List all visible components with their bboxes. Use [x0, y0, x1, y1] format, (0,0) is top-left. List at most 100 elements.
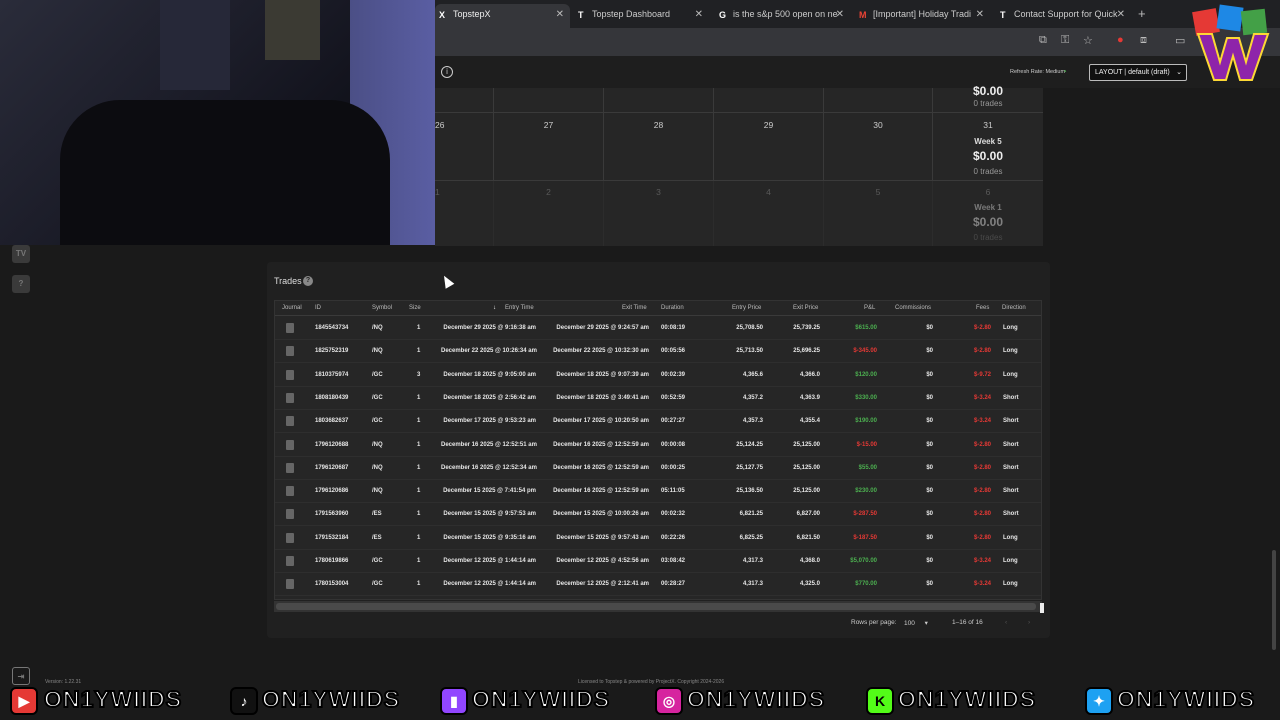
week-summary-cell[interactable]: 31 Week 5 $0.00 0 trades [933, 113, 1043, 181]
journal-icon[interactable] [286, 509, 294, 520]
journal-icon[interactable] [286, 579, 294, 590]
column-header-direction[interactable]: Direction [1002, 305, 1026, 311]
calendar-day[interactable]: 3 [604, 181, 714, 246]
column-header-journal[interactable]: Journal [282, 305, 302, 311]
table-row[interactable]: 1808180439/GC 1 December 18 2025 @ 2:56:42… [275, 387, 1041, 410]
rows-per-page-select[interactable]: 100 ▾ [904, 619, 928, 627]
tab-contact-support[interactable]: T Contact Support for Quick ✕ [996, 4, 1131, 28]
cell-entry-price: 25,136.50 [736, 488, 763, 495]
column-header-pnl[interactable]: P&L [864, 305, 875, 311]
column-header-size[interactable]: Size [409, 305, 421, 311]
column-header-commissions[interactable]: Commissions [895, 305, 931, 311]
cell-pnl: $5,070.00 [850, 558, 877, 564]
column-header-duration[interactable]: Duration [661, 305, 684, 311]
calendar-day[interactable]: 5 [824, 181, 933, 246]
extensions-icon[interactable]: ⧈ [1140, 34, 1147, 47]
week-summary-cell[interactable]: 6 Week 1 $0.00 0 trades [933, 181, 1043, 246]
table-row[interactable]: 1791563960/ES 1 December 15 2025 @ 9:57:53… [275, 503, 1041, 527]
journal-icon[interactable] [286, 462, 294, 473]
cell-pnl: $770.00 [855, 581, 877, 588]
bookmark-star-icon[interactable]: ☆ [1083, 34, 1093, 47]
calendar-day[interactable]: 1 [435, 181, 494, 246]
record-icon[interactable]: ● [1117, 34, 1124, 46]
tab-topstep-dashboard[interactable]: T Topstep Dashboard ✕ [574, 4, 709, 28]
journal-icon[interactable] [286, 439, 294, 450]
table-row[interactable]: 1791532184/ES 1 December 15 2025 @ 9:35:16… [275, 527, 1041, 550]
layout-select[interactable]: LAYOUT | default (draft) ⌄ [1089, 64, 1187, 81]
week-label: Week 5 [974, 137, 1002, 146]
column-header-exit-time[interactable]: Exit Time [622, 305, 647, 311]
cell-exit-time: December 18 2025 @ 3:49:41 am [556, 394, 649, 401]
cell-duration: 03:08:42 [661, 558, 686, 564]
close-icon[interactable]: ✕ [556, 9, 564, 20]
cell-exit-time: December 18 2025 @ 9:07:39 am [556, 371, 649, 378]
calendar-day[interactable]: 30 [824, 113, 933, 181]
table-row[interactable]: 1810375974/GC 3 December 18 2025 @ 9:05:00… [275, 364, 1041, 387]
table-row[interactable]: 1845543734/NQ 1 December 29 2025 @ 9:16:38… [275, 317, 1041, 340]
tab-google-search[interactable]: G is the s&p 500 open on ne ✕ [715, 4, 850, 28]
week-summary-cell[interactable]: $0.00 0 trades [933, 84, 1043, 113]
day-number: 3 [656, 187, 661, 197]
next-page-icon[interactable]: › [1028, 619, 1030, 626]
calendar-day[interactable]: 26 [435, 113, 494, 181]
column-header-fees[interactable]: Fees [976, 305, 989, 311]
column-header-entry-time[interactable]: Entry Time [505, 305, 534, 311]
cell-symbol: /GC [372, 394, 383, 401]
cell-commissions: $0 [926, 464, 933, 471]
new-tab-button[interactable]: + [1138, 6, 1146, 21]
prev-page-icon[interactable]: ‹ [1005, 619, 1007, 626]
calendar-day[interactable]: 2 [494, 181, 604, 246]
horizontal-scrollbar[interactable] [274, 601, 1042, 612]
cell-direction: Short [1003, 464, 1019, 471]
journal-icon[interactable] [286, 346, 294, 357]
calendar-day[interactable]: 4 [714, 181, 824, 246]
close-icon[interactable]: ✕ [1117, 9, 1125, 20]
column-header-id[interactable]: ID [315, 305, 321, 311]
table-row[interactable]: 1780153004/GC 1 December 12 2025 @ 1:44:14… [275, 573, 1041, 597]
table-row[interactable]: 1825752319/NQ 1 December 22 2025 @ 10:26:3… [275, 340, 1041, 364]
tab-gmail[interactable]: M [Important] Holiday Tradi ✕ [855, 4, 990, 28]
side-panel-icon[interactable]: ▭ [1175, 34, 1185, 47]
cell-fees: $-2.80 [973, 488, 991, 495]
column-header-entry-price[interactable]: Entry Price [732, 305, 761, 311]
journal-icon[interactable] [286, 556, 294, 566]
cell-exit-price: 4,368.0 [799, 558, 820, 564]
journal-icon[interactable] [286, 323, 294, 333]
cell-fees: $-2.80 [973, 441, 991, 448]
table-row[interactable]: 1803682637/GC 1 December 17 2025 @ 9:53:23… [275, 410, 1041, 434]
journal-icon[interactable] [286, 486, 294, 497]
cell-pnl: $-287.50 [853, 511, 877, 518]
logout-icon[interactable]: ⇥ [12, 667, 30, 685]
journal-icon[interactable] [286, 416, 294, 427]
calendar-day[interactable]: 28 [604, 113, 714, 181]
table-row[interactable]: 1796120688/NQ 1 December 16 2025 @ 12:52:5… [275, 434, 1041, 457]
kick-icon: K [866, 687, 894, 715]
table-row[interactable]: 1796120686/NQ 1 December 15 2025 @ 7:41:54… [275, 480, 1041, 504]
close-icon[interactable]: ✕ [695, 9, 703, 20]
vertical-scroll-thumb[interactable] [1040, 603, 1044, 613]
journal-icon[interactable] [286, 532, 294, 543]
calendar-day[interactable]: 27 [494, 113, 604, 181]
help-icon[interactable]: ? [12, 275, 30, 293]
cell-direction: Short [1003, 511, 1019, 518]
help-icon[interactable]: ? [303, 276, 313, 286]
page-scrollbar[interactable] [1272, 550, 1276, 650]
column-header-symbol[interactable]: Symbol [372, 305, 392, 311]
journal-icon[interactable] [286, 392, 294, 403]
table-row[interactable]: 1796120687/NQ 1 December 16 2025 @ 12:52:3… [275, 457, 1041, 480]
social-handles-bar: ▶ ON1YWIIDS ♪ ON1YWIIDS ▮ ON1YWIIDS ◎ ON… [0, 684, 1280, 720]
close-icon[interactable]: ✕ [976, 9, 984, 20]
tab-topstepx[interactable]: X TopstepX ✕ [435, 4, 570, 28]
table-row[interactable]: 1780619866/GC 1 December 12 2025 @ 1:44:14… [275, 550, 1041, 573]
gmail-favicon-icon: M [859, 10, 867, 20]
column-header-exit-price[interactable]: Exit Price [793, 305, 818, 311]
tv-icon[interactable]: TV [12, 245, 30, 263]
password-key-icon[interactable]: ⚿ [1061, 34, 1069, 47]
week-trade-count: 0 trades [973, 233, 1003, 242]
install-app-icon[interactable]: ⧉ [1039, 34, 1047, 47]
calendar-day[interactable]: 29 [714, 113, 824, 181]
info-icon[interactable]: i [441, 66, 453, 78]
journal-icon[interactable] [286, 369, 294, 380]
cell-size: 1 [417, 534, 421, 541]
close-icon[interactable]: ✕ [836, 9, 844, 20]
